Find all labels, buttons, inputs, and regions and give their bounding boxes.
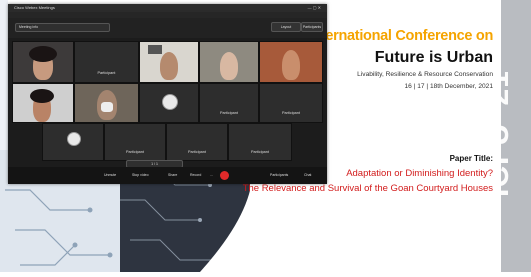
- leave-meeting-button[interactable]: [220, 171, 229, 180]
- video-tile[interactable]: Participant: [166, 123, 228, 161]
- conference-subtitle: Livability, Resilience & Resource Conser…: [357, 71, 493, 78]
- video-tile[interactable]: Participant: [74, 41, 139, 83]
- video-tile[interactable]: [12, 83, 74, 123]
- participant-name: Participant: [188, 149, 206, 154]
- meeting-toolbar: Meeting info Layout Participants: [8, 18, 327, 38]
- participants-button[interactable]: Participants: [270, 171, 288, 180]
- video-tile[interactable]: [199, 41, 259, 83]
- video-tile[interactable]: [74, 83, 139, 123]
- more-options-button[interactable]: ...: [210, 171, 213, 180]
- video-tile[interactable]: [139, 41, 199, 83]
- paper-title-line-1: Adaptation or Diminishing Identity?: [346, 168, 493, 179]
- window-titlebar: Cisco Webex Meetings — ▢ ✕: [8, 4, 327, 12]
- video-tile[interactable]: Participant: [228, 123, 292, 161]
- paper-title-label: Paper Title:: [449, 154, 493, 163]
- paper-title-line-2: The Relevance and Survival of the Goan C…: [242, 183, 493, 194]
- video-button[interactable]: Stop video: [132, 171, 149, 180]
- participant-video: [220, 52, 238, 80]
- wall-frame: [148, 45, 162, 54]
- window-title: Cisco Webex Meetings: [14, 5, 55, 10]
- share-button[interactable]: Share: [168, 171, 177, 180]
- chat-button[interactable]: Chat: [304, 171, 311, 180]
- avatar: [162, 94, 178, 110]
- meeting-controls-bar: Unmute Stop video Share Record ... Parti…: [8, 167, 327, 184]
- meeting-info-field[interactable]: Meeting info: [15, 23, 110, 32]
- window-controls[interactable]: — ▢ ✕: [308, 5, 321, 10]
- participant-name: Participant: [97, 70, 116, 75]
- participant-video: [160, 52, 178, 80]
- conference-theme: Future is Urban: [374, 49, 493, 66]
- layout-button[interactable]: Layout: [271, 22, 301, 32]
- participant-name: Participant: [251, 149, 269, 154]
- conference-title: International Conference on: [308, 28, 494, 44]
- brand-strip: ICFU '21: [482, 0, 531, 272]
- video-tile[interactable]: [12, 41, 74, 83]
- video-tile[interactable]: Participant: [199, 83, 259, 123]
- avatar: [67, 132, 81, 146]
- participant-hair: [29, 46, 57, 62]
- participant-name: Participant: [282, 111, 300, 116]
- record-button[interactable]: Record: [190, 171, 201, 180]
- participant-hair: [30, 89, 54, 103]
- brand-label: ICFU '21: [482, 70, 515, 197]
- conference-dates: 16 | 17 | 18th December, 2021: [404, 83, 493, 90]
- participants-panel-button[interactable]: Participants: [301, 22, 323, 32]
- video-tile[interactable]: [259, 41, 323, 83]
- video-tile[interactable]: [139, 83, 199, 123]
- video-tile[interactable]: Participant: [104, 123, 166, 161]
- participant-video: [282, 50, 300, 80]
- meeting-window: Cisco Webex Meetings — ▢ ✕ File Edit Sha…: [8, 4, 327, 184]
- participant-beard: [101, 102, 113, 112]
- participant-name: Participant: [220, 111, 238, 116]
- mute-button[interactable]: Unmute: [104, 171, 116, 180]
- video-tile[interactable]: [42, 123, 104, 161]
- participant-name: Participant: [126, 149, 144, 154]
- video-tile[interactable]: Participant: [259, 83, 323, 123]
